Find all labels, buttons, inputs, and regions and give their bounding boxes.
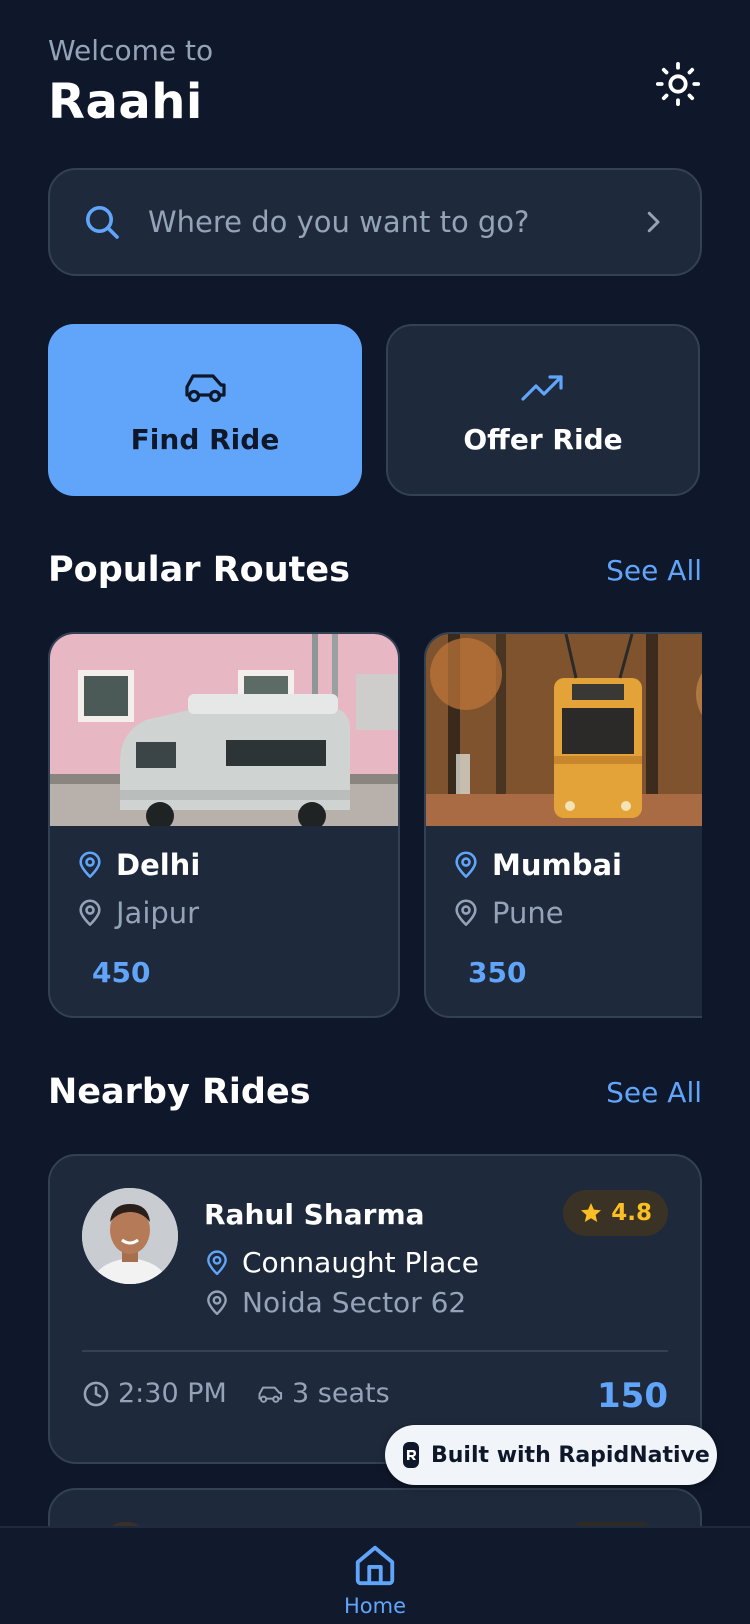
driver-name: Rahul Sharma — [204, 1198, 425, 1231]
route-to-text: Pune — [492, 896, 564, 930]
nav-home-label: Home — [343, 1594, 406, 1618]
ride-time: 2:30 PM — [82, 1378, 227, 1409]
map-pin-icon — [207, 1249, 227, 1275]
popular-routes-see-all[interactable]: See All — [606, 554, 702, 587]
nearby-rides-title: Nearby Rides — [48, 1072, 311, 1112]
built-with-badge[interactable]: Built with RapidNative — [385, 1425, 717, 1485]
rating-badge: 4.8 — [563, 1190, 668, 1236]
route-origin: Mumbai — [452, 848, 622, 882]
find-ride-button[interactable]: Find Ride — [48, 324, 362, 496]
avatar — [82, 1188, 178, 1284]
ride-seats: 3 seats — [256, 1378, 390, 1409]
route-origin: Delhi — [76, 848, 200, 882]
route-destination: Pune — [452, 896, 564, 930]
ride-time-text: 2:30 PM — [118, 1378, 227, 1409]
map-pin-icon — [79, 899, 101, 926]
ride-price: 150 — [597, 1376, 668, 1416]
ride-card[interactable]: Rahul Sharma 4.8 Connaught Place Noida S… — [48, 1154, 702, 1464]
nearby-rides-see-all[interactable]: See All — [606, 1076, 702, 1109]
ride-seats-text: 3 seats — [292, 1378, 390, 1409]
clock-icon — [83, 1381, 109, 1406]
map-pin-icon — [455, 899, 477, 926]
car-icon — [185, 373, 226, 402]
route-from-text: Delhi — [116, 848, 201, 882]
route-card[interactable]: Delhi Jaipur 450 — [48, 632, 400, 1018]
route-card[interactable]: Mumbai Pune 350 — [424, 632, 702, 1018]
offer-ride-button[interactable]: Offer Ride — [386, 324, 700, 496]
ride-from-text: Connaught Place — [242, 1246, 479, 1279]
popular-routes-carousel[interactable]: Delhi Jaipur 450 Mumbai Pune 350 — [48, 632, 702, 1022]
map-pin-icon — [207, 1289, 227, 1315]
theme-toggle-button[interactable] — [652, 58, 704, 110]
home-icon — [355, 1545, 395, 1586]
offer-ride-label: Offer Ride — [463, 422, 623, 456]
ride-origin: Connaught Place — [204, 1246, 479, 1279]
route-to-text: Jaipur — [116, 896, 200, 930]
route-destination: Jaipur — [76, 896, 199, 930]
route-price: 450 — [92, 956, 151, 989]
app-title: Raahi — [48, 74, 203, 130]
star-icon — [581, 1203, 602, 1222]
home-screen: Welcome to Raahi Where do you want to go… — [0, 0, 750, 1624]
find-ride-label: Find Ride — [130, 422, 280, 456]
chevron-right-icon — [647, 211, 660, 233]
built-with-text: Built with RapidNative — [431, 1442, 710, 1468]
sun-icon — [655, 61, 701, 107]
map-pin-icon — [455, 851, 477, 878]
ride-to-text: Noida Sector 62 — [242, 1286, 467, 1319]
rapidnative-logo-icon — [403, 1442, 419, 1468]
welcome-text: Welcome to — [48, 34, 214, 67]
car-icon — [258, 1386, 283, 1403]
rating-value: 4.8 — [611, 1200, 652, 1226]
nav-item-home[interactable]: Home — [335, 1542, 415, 1618]
route-from-text: Mumbai — [492, 848, 622, 882]
white-van-photo — [50, 634, 398, 826]
trending-up-icon — [521, 374, 563, 401]
search-placeholder: Where do you want to go? — [148, 205, 530, 239]
yellow-tram-photo — [426, 634, 702, 826]
bottom-navigation: Home — [0, 1526, 750, 1624]
map-pin-icon — [79, 851, 101, 878]
divider — [82, 1350, 668, 1352]
search-bar[interactable]: Where do you want to go? — [48, 168, 702, 276]
ride-destination: Noida Sector 62 — [204, 1286, 466, 1319]
route-price: 350 — [468, 956, 527, 989]
search-icon — [86, 206, 119, 239]
popular-routes-title: Popular Routes — [48, 550, 350, 590]
